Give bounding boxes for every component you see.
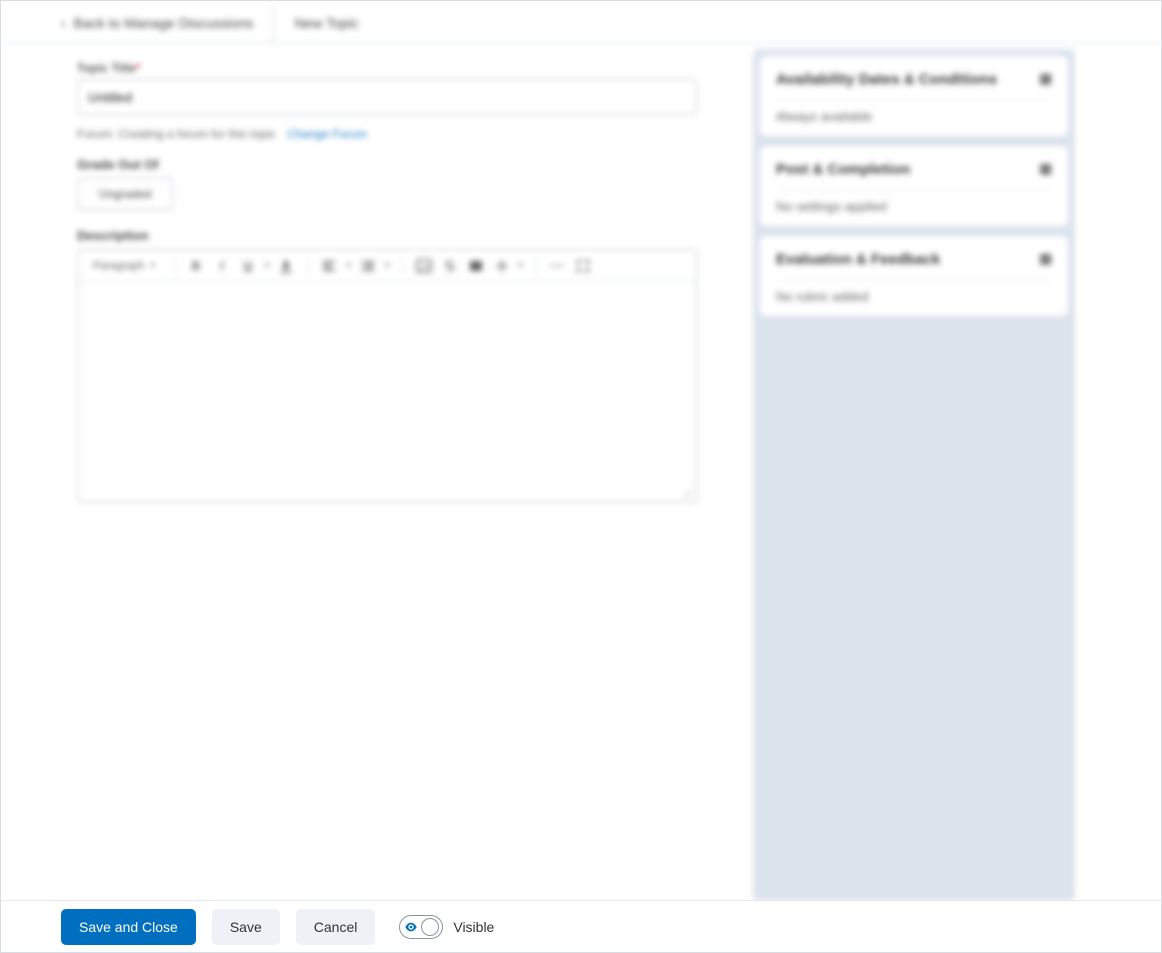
insert-image-icon[interactable] [415,257,433,275]
rich-text-editor: Paragraph ▾ B I U ▾ ▾ [77,249,697,503]
align-icon[interactable] [320,257,338,275]
more-options-icon[interactable] [548,257,566,275]
panel-summary: No rubric added [776,289,1052,304]
panel-divider [776,280,1052,281]
toolbar-separator [174,257,175,275]
footer-bar: Save and Close Save Cancel Visible [1,900,1161,952]
grade-label: Grade Out Of [77,157,715,172]
expand-icon[interactable]: ⊞ [1039,70,1052,88]
bold-icon[interactable]: B [187,257,205,275]
grade-value: Ungraded [99,187,152,201]
toolbar-separator [307,257,308,275]
editor-body[interactable] [78,282,696,502]
forum-line: Forum: Creating a forum for this topic C… [77,127,715,141]
eye-icon [403,920,418,934]
save-button[interactable]: Save [212,909,280,945]
expand-icon[interactable]: ⊞ [1039,160,1052,178]
forum-prefix-text: Forum: Creating a forum for this topic [77,127,276,141]
list-icon[interactable] [359,257,377,275]
toggle-knob [421,918,439,936]
tab-bar: ‹ Back to Manage Discussions New Topic [1,3,1161,43]
visibility-label: Visible [453,919,494,935]
chevron-down-icon[interactable]: ▾ [346,260,351,271]
grade-dropdown[interactable]: Ungraded [77,178,173,210]
side-column: Availability Dates & Conditions ⊞ Always… [753,49,1075,901]
title-label-text: Topic Title [77,61,136,75]
chevron-down-icon: ▾ [150,260,155,271]
panel-header: Post & Completion ⊞ [776,160,1052,178]
chevron-down-icon[interactable]: ▾ [385,260,390,271]
panel-title: Availability Dates & Conditions [776,71,997,88]
save-and-close-button[interactable]: Save and Close [61,909,196,945]
back-link[interactable]: ‹ Back to Manage Discussions [61,3,274,42]
expand-icon[interactable]: ⊞ [1039,250,1052,268]
chevron-down-icon[interactable]: ▾ [265,260,270,271]
toolbar-separator [535,257,536,275]
panel-title: Post & Completion [776,161,910,178]
text-color-icon[interactable] [277,257,295,275]
insert-media-icon[interactable] [467,257,485,275]
panel-summary: No settings applied [776,199,1052,214]
content-area: Topic Title* Forum: Creating a forum for… [1,43,1161,901]
tab-current: New Topic [274,15,358,31]
toolbar-separator [402,257,403,275]
editor-toolbar: Paragraph ▾ B I U ▾ ▾ [78,250,696,282]
insert-link-icon[interactable] [441,257,459,275]
underline-icon[interactable]: U [239,257,257,275]
insert-stuff-icon[interactable] [493,257,511,275]
panel-divider [776,190,1052,191]
panel-header: Evaluation & Feedback ⊞ [776,250,1052,268]
italic-icon[interactable]: I [213,257,231,275]
panel-header: Availability Dates & Conditions ⊞ [776,70,1052,88]
current-tab-label: New Topic [294,15,358,31]
visibility-toggle[interactable] [399,915,443,939]
chevron-down-icon[interactable]: ▾ [519,260,524,271]
panel-post-completion[interactable]: Post & Completion ⊞ No settings applied [760,146,1068,226]
main-column: Topic Title* Forum: Creating a forum for… [1,43,715,901]
panel-evaluation-feedback[interactable]: Evaluation & Feedback ⊞ No rubric added [760,236,1068,316]
panel-title: Evaluation & Feedback [776,251,940,268]
visibility-toggle-wrap: Visible [399,915,494,939]
back-label: Back to Manage Discussions [74,15,254,31]
required-indicator: * [136,61,141,75]
page-container: ‹ Back to Manage Discussions New Topic T… [0,0,1162,953]
chevron-left-icon: ‹ [61,15,66,31]
format-label: Paragraph [93,260,144,272]
paragraph-format-dropdown[interactable]: Paragraph ▾ [86,257,162,275]
panel-divider [776,100,1052,101]
panel-summary: Always available [776,109,1052,124]
topic-title-input[interactable] [77,79,697,115]
fullscreen-icon[interactable] [574,257,592,275]
panel-availability[interactable]: Availability Dates & Conditions ⊞ Always… [760,56,1068,136]
cancel-button[interactable]: Cancel [296,909,376,945]
title-label: Topic Title* [77,61,715,75]
change-forum-link[interactable]: Change Forum [287,127,367,141]
description-label: Description [77,228,715,243]
